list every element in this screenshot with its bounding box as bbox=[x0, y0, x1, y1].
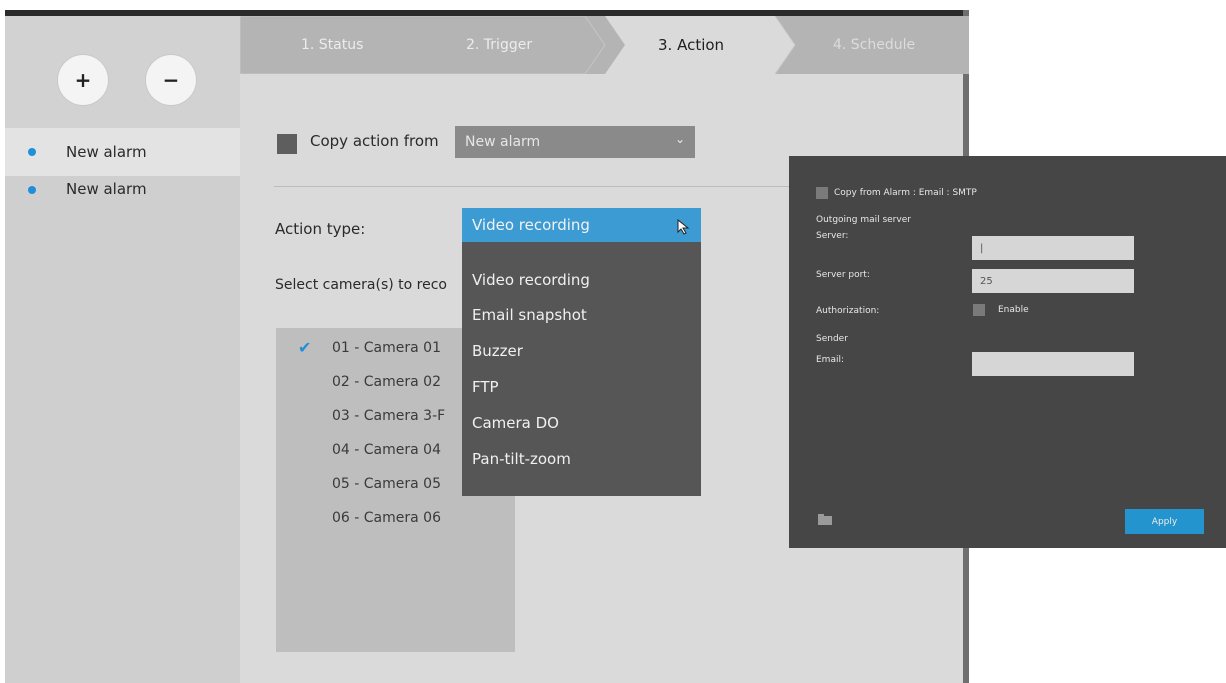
email-input[interactable] bbox=[972, 352, 1134, 376]
alarm-status-dot bbox=[28, 148, 36, 156]
tab-action-label: 3. Action bbox=[658, 36, 725, 54]
email-settings-panel: Copy from Alarm : Email : SMTP Outgoing … bbox=[789, 156, 1226, 548]
alarm-status-dot bbox=[28, 186, 36, 194]
folder-icon[interactable] bbox=[817, 513, 833, 526]
tab-action[interactable]: 3. Action bbox=[658, 16, 724, 74]
sender-heading: Sender bbox=[816, 334, 848, 344]
outgoing-mail-server-heading: Outgoing mail server bbox=[816, 215, 911, 225]
dropdown-option-pan-tilt-zoom[interactable]: Pan-tilt-zoom bbox=[472, 450, 571, 468]
check-icon: ✔ bbox=[298, 338, 312, 357]
alarm-list: New alarm New alarm bbox=[5, 128, 240, 683]
alarm-name: New alarm bbox=[66, 143, 147, 161]
apply-button[interactable]: Apply bbox=[1125, 509, 1204, 534]
copy-action-checkbox[interactable] bbox=[277, 134, 297, 154]
select-camera-label: Select camera(s) to reco bbox=[275, 277, 447, 293]
action-type-selected[interactable]: Video recording bbox=[462, 208, 701, 242]
copy-action-value: New alarm bbox=[465, 134, 541, 150]
mouse-cursor-icon bbox=[677, 219, 690, 235]
wizard-steps: 1. Status 2. Trigger 3. Action 4. Schedu… bbox=[240, 16, 969, 74]
tab-trigger[interactable]: 2. Trigger bbox=[466, 16, 532, 74]
copy-from-alarm-checkbox[interactable] bbox=[816, 187, 828, 199]
authorization-label: Authorization: bbox=[816, 306, 880, 316]
copy-action-label: Copy action from bbox=[310, 132, 439, 150]
action-type-dropdown[interactable]: Video recording Video recording Email sn… bbox=[462, 208, 701, 496]
dropdown-option-buzzer[interactable]: Buzzer bbox=[472, 342, 523, 360]
dropdown-option-video-recording[interactable]: Video recording bbox=[472, 271, 590, 289]
tab-status[interactable]: 1. Status bbox=[301, 16, 363, 74]
copy-from-alarm-label: Copy from Alarm : Email : SMTP bbox=[834, 188, 977, 198]
dropdown-option-ftp[interactable]: FTP bbox=[472, 378, 499, 396]
authorization-enable-checkbox[interactable] bbox=[973, 304, 985, 316]
action-type-label: Action type: bbox=[275, 220, 366, 238]
camera-list-item[interactable]: 04 - Camera 04 bbox=[332, 442, 441, 458]
copy-action-select[interactable]: New alarm ⌄ bbox=[455, 126, 695, 158]
email-label: Email: bbox=[816, 355, 845, 365]
dropdown-option-camera-do[interactable]: Camera DO bbox=[472, 414, 559, 432]
alarm-list-item[interactable]: New alarm bbox=[5, 128, 240, 176]
server-port-input[interactable]: 25 bbox=[972, 269, 1134, 293]
camera-list-item[interactable]: 02 - Camera 02 bbox=[332, 374, 441, 390]
authorization-enable-label: Enable bbox=[998, 305, 1029, 315]
alarm-list-item[interactable]: New alarm bbox=[5, 176, 240, 226]
add-alarm-button[interactable]: + bbox=[58, 55, 108, 105]
server-input[interactable]: | bbox=[972, 236, 1134, 260]
dropdown-option-email-snapshot[interactable]: Email snapshot bbox=[472, 306, 587, 324]
camera-list-item[interactable]: 01 - Camera 01 bbox=[332, 340, 441, 356]
camera-list-item[interactable]: 06 - Camera 06 bbox=[332, 510, 441, 526]
camera-list-item[interactable]: 03 - Camera 3-F bbox=[332, 408, 445, 424]
action-type-selected-label: Video recording bbox=[472, 216, 590, 234]
sidebar-toolbar: + − bbox=[5, 16, 240, 128]
server-port-label: Server port: bbox=[816, 270, 870, 280]
chevron-down-icon: ⌄ bbox=[674, 132, 685, 146]
camera-list-item[interactable]: 05 - Camera 05 bbox=[332, 476, 441, 492]
tab-schedule[interactable]: 4. Schedule bbox=[833, 16, 915, 74]
alarm-name: New alarm bbox=[66, 180, 147, 198]
divider bbox=[274, 186, 834, 187]
server-label: Server: bbox=[816, 231, 849, 241]
remove-alarm-button[interactable]: − bbox=[146, 55, 196, 105]
